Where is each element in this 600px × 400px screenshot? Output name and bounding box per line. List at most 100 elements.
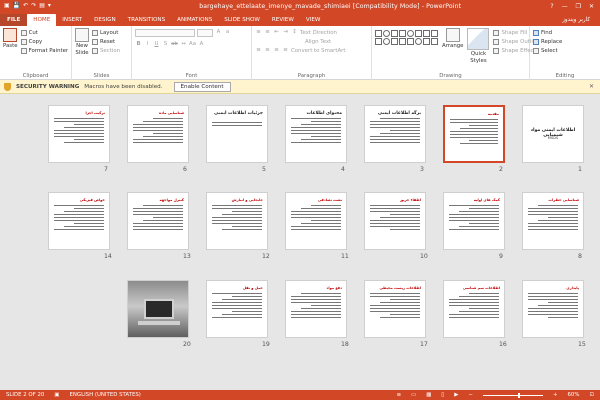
restore-icon[interactable]: ❐ — [576, 3, 581, 10]
enable-content-button[interactable]: Enable Content — [173, 81, 231, 92]
zoom-out-icon[interactable]: − — [468, 392, 473, 398]
convert-smartart-button[interactable]: ≡ ≡ ≡ ≡ Convert to SmartArt — [255, 46, 368, 55]
arrow-shape-icon[interactable] — [399, 30, 406, 37]
slide-thumbnail[interactable]: محتوای اطلاعات — [285, 105, 347, 163]
spell-check-icon[interactable]: ▣ — [54, 392, 59, 398]
star-shape-icon[interactable] — [431, 30, 438, 37]
slideshow-view-icon[interactable]: ▶ — [454, 392, 458, 398]
change-case-icon[interactable]: Aa — [189, 41, 196, 48]
align-text-button[interactable]: Align Text — [255, 37, 368, 46]
bullets-icon[interactable]: ≡ — [255, 29, 262, 36]
reset-button[interactable]: Reset — [92, 37, 120, 46]
shapes-gallery[interactable] — [375, 30, 438, 64]
decrease-indent-icon[interactable]: ⇤ — [273, 29, 280, 36]
numbering-icon[interactable]: ≡ — [264, 29, 271, 36]
italic-icon[interactable]: I — [144, 41, 151, 48]
tab-file[interactable]: FILE — [0, 14, 28, 26]
slide-thumbnail[interactable]: اطلاعات سم شناسی — [443, 280, 505, 338]
tab-insert[interactable]: INSERT — [56, 14, 88, 26]
zoom-slider[interactable] — [482, 392, 543, 398]
font-name-box[interactable] — [135, 28, 195, 37]
slide-thumbnail[interactable]: پایداری — [522, 280, 584, 338]
cut-button[interactable]: Cut — [20, 28, 69, 37]
grow-font-icon[interactable]: A — [215, 29, 222, 36]
undo-icon[interactable]: ↶ — [23, 0, 28, 12]
slide-thumbnail[interactable]: اطلاعات ایمنی مواد شیمیایی MSDS — [522, 105, 584, 163]
new-slide-button[interactable]: New Slide — [75, 28, 89, 56]
chevron-shape-icon[interactable] — [399, 38, 406, 45]
reading-view-icon[interactable]: ▯ — [441, 392, 444, 398]
callout-shape-icon[interactable] — [375, 38, 382, 45]
paste-button[interactable]: Paste — [3, 28, 18, 55]
select-button[interactable]: Select — [533, 46, 597, 55]
slide-thumbnail[interactable]: شناسایی خطرات — [522, 192, 584, 250]
heart-shape-icon[interactable] — [423, 38, 430, 45]
normal-view-icon[interactable]: ▭ — [411, 392, 416, 398]
slide-thumbnail[interactable] — [127, 280, 189, 338]
layout-button[interactable]: Layout — [92, 28, 120, 37]
find-button[interactable]: Find — [533, 28, 597, 37]
slide-thumbnail[interactable]: اطلاعات زیست محیطی — [364, 280, 426, 338]
slide-thumbnail[interactable]: دفع مواد — [285, 280, 347, 338]
fit-to-window-icon[interactable]: ⊡ — [589, 392, 594, 398]
slide-sorter-view-icon[interactable]: ▦ — [426, 392, 431, 398]
zoom-in-icon[interactable]: + — [553, 392, 558, 398]
pentagon-shape-icon[interactable] — [423, 30, 430, 37]
font-size-box[interactable] — [197, 28, 213, 37]
triangle-shape-icon[interactable] — [415, 30, 422, 37]
slide-thumbnail[interactable]: شناسایی ماده — [127, 105, 189, 163]
user-account[interactable]: کاربر ویندوز — [562, 14, 600, 26]
minimize-icon[interactable]: — — [562, 3, 568, 10]
close-icon[interactable]: ✕ — [589, 3, 594, 10]
section-button[interactable]: Section — [92, 46, 120, 55]
bold-icon[interactable]: B — [135, 41, 142, 48]
slide-thumbnail[interactable]: کمک های اولیه — [443, 192, 505, 250]
arrange-button[interactable]: Arrange — [442, 28, 463, 64]
increase-indent-icon[interactable]: ⇥ — [282, 29, 289, 36]
customize-qat-icon[interactable]: ▾ — [48, 0, 51, 12]
save-icon[interactable]: 💾 — [13, 0, 20, 12]
slide-thumbnail[interactable]: جابجایی و انبارش — [206, 192, 268, 250]
strikethrough-icon[interactable]: ab — [171, 41, 178, 48]
shadow-icon[interactable]: S — [162, 41, 169, 48]
zoom-slider-thumb[interactable] — [517, 392, 520, 398]
tab-review[interactable]: REVIEW — [266, 14, 300, 26]
close-icon[interactable]: ✕ — [589, 83, 594, 90]
quick-styles-button[interactable]: Quick Styles — [467, 28, 490, 64]
shrink-font-icon[interactable]: a — [224, 29, 231, 36]
rectangle-shape-icon[interactable] — [375, 30, 382, 37]
more-shapes-icon[interactable] — [431, 38, 438, 45]
tab-design[interactable]: DESIGN — [88, 14, 122, 26]
replace-button[interactable]: Replace — [533, 37, 597, 46]
slide-thumbnail[interactable]: نشت تصادفی — [285, 192, 347, 250]
underline-icon[interactable]: U — [153, 41, 160, 48]
language-indicator[interactable]: ENGLISH (UNITED STATES) — [69, 392, 140, 398]
zoom-level[interactable]: 60% — [567, 392, 579, 398]
font-color-icon[interactable]: A — [198, 41, 205, 48]
spacing-icon[interactable]: ↔ — [180, 41, 187, 48]
redo-icon[interactable]: ↷ — [31, 0, 36, 12]
tab-home[interactable]: HOME — [27, 14, 57, 26]
slide-thumbnail[interactable]: برگه اطلاعات ایمنی — [364, 105, 426, 163]
slide-thumbnail[interactable]: حمل و نقل — [206, 280, 268, 338]
tab-transitions[interactable]: TRANSITIONS — [122, 14, 172, 26]
slide-thumbnail[interactable]: کنترل مواجهه — [127, 192, 189, 250]
line-spacing-icon[interactable]: ↕ — [291, 29, 298, 36]
circle-shape-icon[interactable] — [407, 30, 414, 37]
slide-thumbnail[interactable]: جزئیات اطلاعات ایمنی — [206, 105, 268, 163]
text-direction-button[interactable]: Text Direction — [300, 30, 337, 36]
oval-shape-icon[interactable] — [383, 30, 390, 37]
help-icon[interactable]: ? — [550, 3, 553, 10]
tab-animations[interactable]: ANIMATIONS — [171, 14, 218, 26]
copy-button[interactable]: Copy — [20, 37, 69, 46]
line-shape-icon[interactable] — [391, 30, 398, 37]
slide-thumbnail[interactable]: خواص فیزیکی — [48, 192, 110, 250]
notes-icon[interactable]: ≡ — [397, 392, 402, 398]
slide-thumbnail[interactable]: اطفاء حریق — [364, 192, 426, 250]
tab-view[interactable]: VIEW — [300, 14, 327, 26]
cube-shape-icon[interactable] — [407, 38, 414, 45]
start-slideshow-icon[interactable]: ▤ — [39, 0, 45, 12]
smiley-shape-icon[interactable] — [383, 38, 390, 45]
slide-thumbnail[interactable]: مقدمه — [443, 105, 505, 163]
slide-thumbnail[interactable]: ترکیب اجزا — [48, 105, 110, 163]
